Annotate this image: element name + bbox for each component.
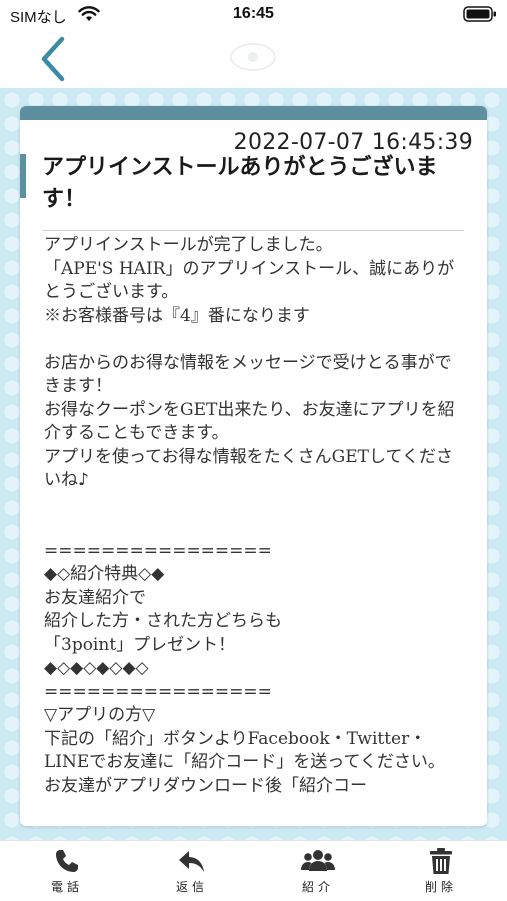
- message-card: 2022-07-07 16:45:39 アプリインストールありがとうございます！…: [20, 106, 487, 826]
- card-header-bar: [20, 106, 487, 120]
- tab-delete-label: 削除: [424, 880, 457, 894]
- chevron-left-icon[interactable]: [32, 34, 72, 84]
- title-accent-bar: [20, 154, 26, 198]
- tab-introduce[interactable]: 紹介: [268, 845, 368, 899]
- battery-icon: [463, 6, 496, 22]
- reply-icon: [179, 851, 204, 872]
- tab-reply-label: 返信: [175, 880, 208, 894]
- tab-phone[interactable]: 電話: [17, 845, 117, 899]
- tab-delete[interactable]: 削除: [391, 845, 491, 899]
- nav-bar: [0, 30, 507, 88]
- tab-reply[interactable]: 返信: [142, 845, 242, 899]
- tab-phone-label: 電話: [50, 880, 83, 894]
- status-bar: SIMなし 16:45: [0, 0, 507, 30]
- shop-logo-icon: [230, 43, 276, 71]
- users-icon: [301, 850, 335, 871]
- divider: [42, 230, 464, 231]
- tab-introduce-label: 紹介: [301, 880, 334, 894]
- status-time: 16:45: [233, 5, 274, 22]
- message-body: アプリインストールが完了しました。 「APE'S HAIR」のアプリインストール…: [44, 235, 455, 796]
- trash-icon: [430, 848, 452, 874]
- bottom-tab-bar: 電話 返信 紹介 削除: [0, 840, 507, 901]
- phone-icon: [56, 850, 78, 872]
- message-title: アプリインストールありがとうございます！: [42, 155, 438, 212]
